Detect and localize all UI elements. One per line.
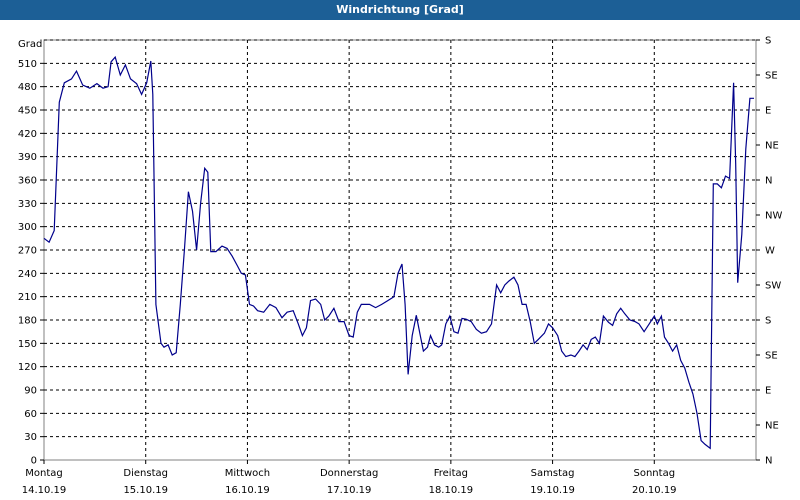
right-tick-label: SE	[765, 71, 778, 82]
right-tick-label: NE	[765, 421, 779, 432]
right-tick-label: SE	[765, 351, 778, 362]
y-tick-label: 60	[24, 409, 37, 420]
x-tick-date-label: 16.10.19	[225, 485, 270, 496]
x-tick-day-label: Montag	[25, 468, 62, 479]
y-tick-label: 300	[18, 222, 37, 233]
y-axis-unit-label: Grad	[18, 39, 42, 50]
window-title: Windrichtung [Grad]	[0, 0, 800, 20]
y-tick-label: 30	[24, 432, 37, 443]
right-tick-label: NW	[765, 211, 782, 222]
x-tick-date-label: 20.10.19	[632, 485, 677, 496]
right-tick-label: E	[765, 106, 771, 117]
x-tick-day-label: Dienstag	[123, 468, 168, 479]
x-tick-day-label: Freitag	[434, 468, 468, 479]
x-tick-date-label: 15.10.19	[123, 485, 168, 496]
y-tick-label: 210	[18, 292, 37, 303]
y-tick-label: 420	[18, 129, 37, 140]
y-tick-label: 330	[18, 199, 37, 210]
x-axis: Montag 14.10.19 Dienstag 15.10.19 Mittwoch 16…	[22, 460, 677, 496]
right-tick-label: W	[765, 246, 775, 257]
x-tick-date-label: 18.10.19	[429, 485, 474, 496]
right-tick-label: N	[765, 176, 772, 187]
y-tick-label: 450	[18, 106, 37, 117]
right-axis: N NE E SE S SW W NW N NE E SE S	[756, 36, 782, 467]
right-tick-label: S	[765, 316, 771, 327]
y-tick-label: 120	[18, 362, 37, 373]
right-tick-label: SW	[765, 281, 781, 292]
x-tick-day-label: Donnerstag	[320, 468, 378, 479]
y-tick-label: 510	[18, 59, 37, 70]
x-tick-date-label: 17.10.19	[327, 485, 372, 496]
y-tick-label: 180	[18, 316, 37, 327]
y-tick-label: 90	[24, 386, 37, 397]
y-tick-label: 240	[18, 269, 37, 280]
right-tick-label: NE	[765, 141, 779, 152]
x-tick-day-label: Sonntag	[634, 468, 676, 479]
x-tick-date-label: 14.10.19	[22, 485, 67, 496]
wind-direction-chart: Grad 0 30 60 90 120 150 180 210 240 270 300 330 360 3…	[18, 36, 783, 497]
y-tick-label: 390	[18, 152, 37, 163]
left-axis: Grad 0 30 60 90 120 150 180 210 240 270 300 330 360 3…	[18, 39, 44, 467]
right-tick-label: S	[765, 36, 771, 47]
y-tick-label: 360	[18, 176, 37, 187]
right-tick-label: E	[765, 386, 771, 397]
y-tick-label: 150	[18, 339, 37, 350]
right-tick-label: N	[765, 456, 772, 467]
y-tick-label: 0	[31, 456, 37, 467]
y-tick-label: 270	[18, 246, 37, 257]
x-tick-day-label: Mittwoch	[225, 468, 270, 479]
x-tick-day-label: Samstag	[531, 468, 575, 479]
y-tick-label: 480	[18, 82, 37, 93]
x-tick-date-label: 19.10.19	[530, 485, 575, 496]
